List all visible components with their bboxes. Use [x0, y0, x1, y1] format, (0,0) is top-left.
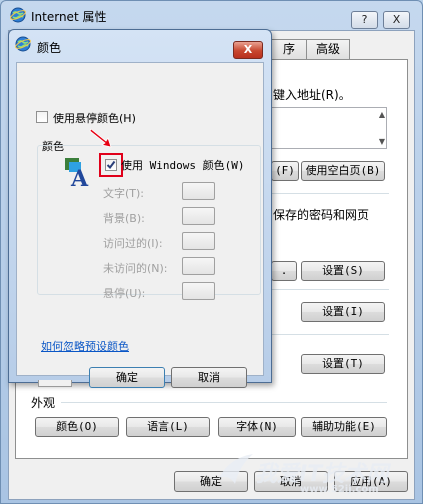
fonts-button[interactable]: 字体(N) [218, 417, 296, 437]
use-hover-label: 使用悬停颜色(H) [53, 112, 136, 125]
languages-button[interactable]: 语言(L) [126, 417, 210, 437]
red-arrow-icon [89, 125, 113, 149]
dialog-ok-button[interactable]: 确定 [89, 367, 165, 388]
tab-programs[interactable]: 序 [271, 39, 307, 59]
ie-globe-icon [15, 36, 31, 52]
home-page-listbox[interactable]: ▲ ▼ [271, 107, 387, 149]
dialog-cancel-button[interactable]: 取消 [171, 367, 247, 388]
scroll-down-icon[interactable]: ▼ [379, 137, 385, 146]
history-text: 保存的密码和网页 [273, 208, 370, 222]
checkmark-icon [106, 160, 116, 170]
site-logo-icon [215, 448, 255, 488]
accessibility-button[interactable]: 辅助功能(E) [301, 417, 387, 437]
hover-color-label: 悬停(U): [103, 287, 146, 300]
text-color-swatch[interactable] [182, 182, 215, 200]
settings-t-button[interactable]: 设置(T) [301, 354, 385, 374]
delete-button[interactable]: . [271, 261, 297, 281]
help-button[interactable]: ? [351, 11, 378, 29]
tab-advanced[interactable]: 高级 [306, 39, 350, 59]
use-windows-colors-label: 使用 Windows 颜色(W) [121, 159, 245, 172]
watermark-url: www.52ij.com [300, 484, 379, 495]
ignore-colors-link[interactable]: 如何忽略预设颜色 [41, 338, 129, 354]
visited-color-swatch[interactable] [182, 232, 215, 250]
ie-globe-icon [10, 7, 26, 23]
scroll-up-icon[interactable]: ▲ [379, 110, 385, 119]
dialog-title: 颜色 [37, 41, 62, 55]
partial-checkbox-edge [38, 380, 72, 387]
settings-i-button[interactable]: 设置(I) [301, 302, 385, 322]
window-title: Internet 属性 [31, 10, 107, 24]
address-prompt-text: 键入地址(R)。 [273, 88, 351, 102]
appearance-label: 外观 [31, 396, 56, 410]
window-close-button[interactable]: X [383, 11, 410, 29]
background-color-label: 背景(B): [103, 212, 145, 225]
hover-color-swatch[interactable] [182, 282, 215, 300]
color-letter-icon: A [63, 156, 93, 192]
colors-button[interactable]: 颜色(O) [35, 417, 119, 437]
text-color-label: 文字(T): [103, 187, 145, 200]
svg-text:A: A [70, 166, 89, 188]
visited-color-label: 访问过的(I): [103, 237, 163, 250]
dialog-close-button[interactable]: X [233, 41, 263, 59]
unvisited-color-label: 未访问的(N): [103, 262, 168, 275]
use-windows-colors-checkbox[interactable] [105, 159, 117, 171]
use-hover-checkbox[interactable] [36, 111, 48, 123]
dialog-client-area: 使用悬停颜色(H) 颜色 A 使用 Windows 颜色(W) 文字(T): 背… [16, 62, 264, 388]
settings-s-button[interactable]: 设置(S) [301, 261, 385, 281]
use-default-button[interactable]: (F) [271, 161, 299, 181]
use-blank-button[interactable]: 使用空白页(B) [301, 161, 385, 181]
background-color-swatch[interactable] [182, 207, 215, 225]
colors-dialog: 颜色 X 使用悬停颜色(H) 颜色 A 使用 Windows 颜色(W) 文字(… [8, 29, 272, 388]
unvisited-color-swatch[interactable] [182, 257, 215, 275]
